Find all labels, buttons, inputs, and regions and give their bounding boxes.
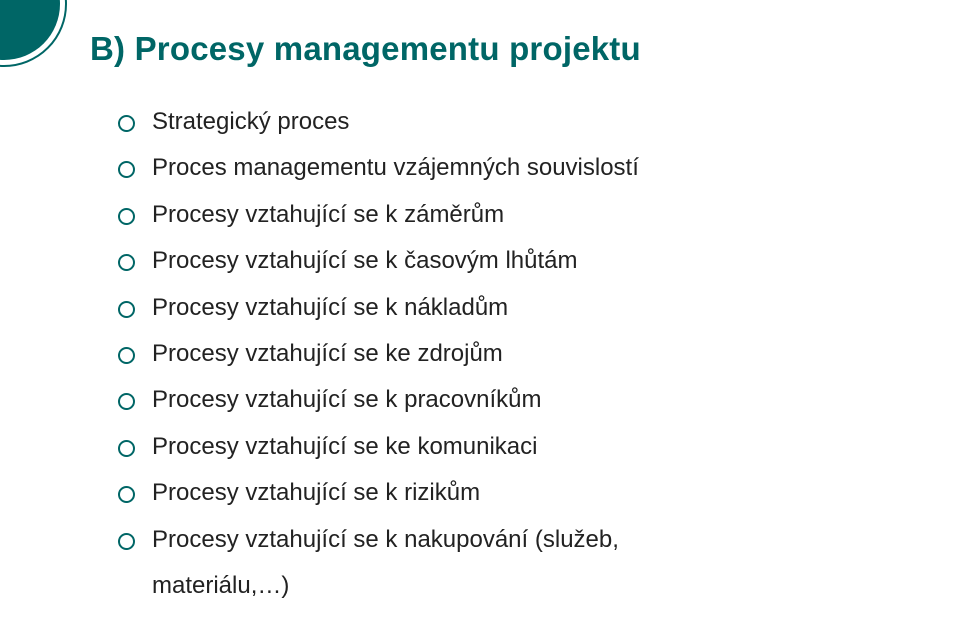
- list-item: Strategický proces: [118, 106, 889, 138]
- slide-title: B) Procesy managementu projektu: [90, 30, 889, 68]
- slide-content: B) Procesy managementu projektu Strategi…: [0, 0, 959, 632]
- list-item: Proces managementu vzájemných souvislost…: [118, 152, 889, 184]
- list-item: Procesy vztahující se k časovým lhůtám: [118, 245, 889, 277]
- list-item: Procesy vztahující se k rizikům: [118, 477, 889, 509]
- bullet-list: Strategický proces Proces managementu vz…: [90, 106, 889, 556]
- list-item: Procesy vztahující se k pracovníkům: [118, 384, 889, 416]
- list-item-continuation: materiálu,…): [90, 570, 889, 602]
- list-item: Procesy vztahující se ke komunikaci: [118, 431, 889, 463]
- list-item: Procesy vztahující se k nákladům: [118, 292, 889, 324]
- list-item: Procesy vztahující se k záměrům: [118, 199, 889, 231]
- list-item: Procesy vztahující se k nakupování (služ…: [118, 524, 889, 556]
- list-item: Procesy vztahující se ke zdrojům: [118, 338, 889, 370]
